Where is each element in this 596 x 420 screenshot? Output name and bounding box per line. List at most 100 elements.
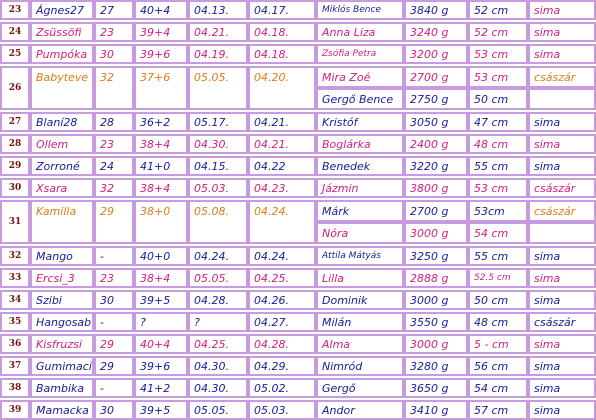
delivery-mode: császár — [528, 312, 596, 332]
baby-weight: 3280 g — [404, 356, 468, 376]
mother-nickname: Szibi — [30, 290, 94, 310]
mother-nickname: Mango — [30, 246, 94, 266]
baby-name: Dominik — [316, 290, 404, 310]
delivery-mode: sima — [528, 246, 596, 266]
row-number: 23 — [0, 0, 30, 20]
due-date: 04.24. — [188, 246, 248, 266]
row-number: 25 — [0, 44, 30, 64]
mother-nickname: Kamilla — [30, 200, 94, 244]
gestational-week: 39+5 — [134, 290, 188, 310]
baby-weight: 3000 g — [404, 290, 468, 310]
baby-name: Zsófia Petra — [316, 44, 404, 64]
due-date: 04.21. — [188, 22, 248, 42]
baby-name: Miklós Bence — [316, 0, 404, 20]
baby-weight: 3240 g — [404, 22, 468, 42]
gestational-week: 41+0 — [134, 156, 188, 176]
baby-weight: 2400 g — [404, 134, 468, 154]
mother-nickname: Gumimaci — [30, 356, 94, 376]
baby-length: 52.5 cm — [468, 268, 528, 288]
gestational-week: 39+6 — [134, 356, 188, 376]
baby-name: Attila Mátyás — [316, 246, 404, 266]
row-number: 39 — [0, 400, 30, 420]
delivery-mode: császár — [528, 178, 596, 198]
due-date: 04.30. — [188, 378, 248, 398]
mother-age: 23 — [94, 134, 134, 154]
baby-name: Kristóf — [316, 112, 404, 132]
baby-weight: 2888 g — [404, 268, 468, 288]
baby-length: 54 cm — [468, 378, 528, 398]
mother-nickname: Babyteve — [30, 66, 94, 110]
birth-date: 04.29. — [248, 356, 316, 376]
gestational-week: 38+4 — [134, 268, 188, 288]
delivery-mode: sima — [528, 334, 596, 354]
due-date: 04.30. — [188, 134, 248, 154]
row-number: 28 — [0, 134, 30, 154]
row-number: 30 — [0, 178, 30, 198]
due-date: 04.30. — [188, 356, 248, 376]
delivery-mode: sima — [528, 156, 596, 176]
gestational-week: 41+2 — [134, 378, 188, 398]
delivery-mode: sima — [528, 378, 596, 398]
mother-nickname: Hangosab — [30, 312, 94, 332]
baby-length: 52 cm — [468, 22, 528, 42]
gestational-week: 39+6 — [134, 44, 188, 64]
baby-length: 53 cm — [468, 44, 528, 64]
delivery-mode: sima — [528, 356, 596, 376]
mother-age: 30 — [94, 400, 134, 420]
due-date: 05.05. — [188, 268, 248, 288]
baby-length: 50 cm — [468, 290, 528, 310]
mother-nickname: Pumpóka — [30, 44, 94, 64]
mother-age: 29 — [94, 356, 134, 376]
baby-length-second: 50 cm — [468, 88, 528, 110]
row-number: 35 — [0, 312, 30, 332]
baby-weight: 3250 g — [404, 246, 468, 266]
mother-nickname: Ollem — [30, 134, 94, 154]
baby-name: Jázmin — [316, 178, 404, 198]
mother-nickname: Ercsi_3 — [30, 268, 94, 288]
mother-age: 30 — [94, 44, 134, 64]
baby-length: 47 cm — [468, 112, 528, 132]
row-number: 31 — [0, 200, 30, 244]
mother-age: 29 — [94, 200, 134, 244]
baby-length: 53 cm — [468, 66, 528, 88]
baby-length: 55 cm — [468, 246, 528, 266]
birth-date: 04.26. — [248, 290, 316, 310]
birth-date: 04.27. — [248, 312, 316, 332]
birth-date: 04.24. — [248, 246, 316, 266]
delivery-mode: császár — [528, 200, 596, 222]
baby-name: Mira Zoé — [316, 66, 404, 88]
birth-date: 05.03. — [248, 400, 316, 420]
mother-nickname: Ágnes27 — [30, 0, 94, 20]
baby-weight-second: 3000 g — [404, 222, 468, 244]
baby-weight: 3550 g — [404, 312, 468, 332]
baby-length-second: 54 cm — [468, 222, 528, 244]
row-number: 24 — [0, 22, 30, 42]
baby-weight: 3410 g — [404, 400, 468, 420]
mother-age: 23 — [94, 268, 134, 288]
row-number: 32 — [0, 246, 30, 266]
due-date: 04.25. — [188, 334, 248, 354]
baby-name: Anna Liza — [316, 22, 404, 42]
row-number: 37 — [0, 356, 30, 376]
delivery-mode: sima — [528, 0, 596, 20]
delivery-mode-second — [528, 222, 596, 244]
delivery-mode-second — [528, 88, 596, 110]
baby-length: 56 cm — [468, 356, 528, 376]
birth-date: 04.18. — [248, 22, 316, 42]
baby-weight-second: 2750 g — [404, 88, 468, 110]
row-number: 26 — [0, 66, 30, 110]
birth-date: 04.22 — [248, 156, 316, 176]
baby-name: Andor — [316, 400, 404, 420]
baby-length: 48 cm — [468, 134, 528, 154]
baby-length: 48 cm — [468, 312, 528, 332]
birth-date: 04.28. — [248, 334, 316, 354]
baby-length: 53cm — [468, 200, 528, 222]
row-number: 38 — [0, 378, 30, 398]
delivery-mode: sima — [528, 44, 596, 64]
mother-nickname: Kisfruzsi — [30, 334, 94, 354]
birth-date: 04.20. — [248, 66, 316, 110]
baby-length: 5 - cm — [468, 334, 528, 354]
gestational-week: 40+4 — [134, 334, 188, 354]
delivery-mode: sima — [528, 400, 596, 420]
due-date: 05.08. — [188, 200, 248, 244]
